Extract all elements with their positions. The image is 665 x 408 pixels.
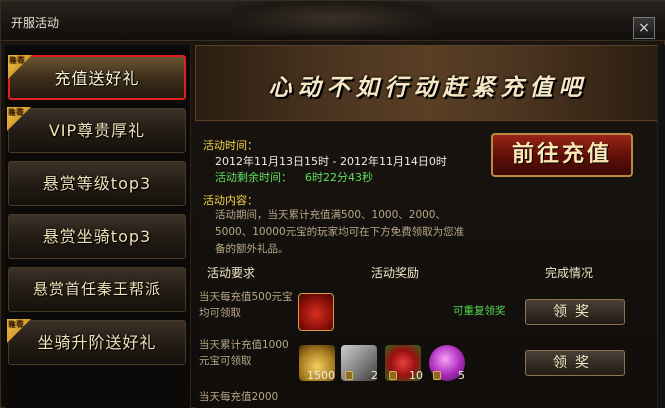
header-requirement: 活动要求 [207,266,256,280]
claim-button-2[interactable]: 领奖 [525,350,625,376]
activity-window: 开服活动 × 推荐 充值送好礼 推荐 VIP尊贵厚礼 悬赏等级top3 悬赏坐骑… [0,0,665,408]
header-reward: 活动奖励 [371,266,420,280]
sidebar-item-label: 充值送好礼 [54,69,140,88]
close-button[interactable]: × [633,17,655,39]
scrollbar[interactable] [657,45,665,408]
sidebar-item-vip-gift[interactable]: 推荐 VIP尊贵厚礼 [7,107,186,153]
sidebar: 推荐 充值送好礼 推荐 VIP尊贵厚礼 悬赏等级top3 悬赏坐骑top3 悬赏… [5,45,191,408]
recommend-badge: 推荐 [8,55,32,79]
lock-icon [433,371,441,380]
ingot-count: 1500 [307,369,335,382]
sidebar-item-label: 悬赏等级top3 [42,174,152,193]
recommend-badge: 推荐 [7,319,31,343]
sidebar-item-label: 悬赏坐骑top3 [42,227,152,246]
lock-icon [389,371,397,380]
gift-bag-icon[interactable] [298,293,334,331]
time-label: 活动时间： [203,139,258,152]
sidebar-item-recharge-gift[interactable]: 推荐 充值送好礼 [8,55,186,100]
content-label: 活动内容： [203,194,258,207]
recommend-badge: 推荐 [7,107,31,131]
requirement-row-1: 当天每充值500元宝均可领取 [199,291,293,319]
main-panel: 心动不如行动赶紧充值吧 活动时间： 2012年11月13日15时 - 2012年… [195,45,659,408]
sidebar-item-guild[interactable]: 悬赏首任秦王帮派 [8,267,186,312]
scroll-count: 2 [371,369,378,382]
goto-recharge-button[interactable]: 前往充值 [491,133,633,177]
window-title: 开服活动 [11,16,60,30]
sidebar-item-label: VIP尊贵厚礼 [48,121,146,140]
requirement-row-3: 当天每充值2000 [199,391,279,403]
title-bar: 开服活动 × [1,1,665,41]
remaining-label: 活动剩余时间： [215,171,292,184]
sidebar-item-mount-top3[interactable]: 悬赏坐骑top3 [8,214,186,259]
sidebar-item-label: 坐骑升阶送好礼 [37,333,157,352]
requirement-row-2: 当天累计充值1000元宝可领取 [199,339,289,367]
remaining-value: 6时22分43秒 [305,171,373,184]
time-range: 2012年11月13日15时 - 2012年11月14日0时 [215,155,447,168]
content-description: 活动期间，当天累计充值满500、1000、2000、5000、10000元宝的玩… [215,209,465,255]
header-status: 完成情况 [545,266,594,280]
banner-text: 心动不如行动赶紧充值吧 [268,74,588,101]
claim-button-1[interactable]: 领奖 [525,299,625,325]
orb-count: 5 [458,369,465,382]
rose-count: 10 [409,369,423,382]
sidebar-item-level-top3[interactable]: 悬赏等级top3 [8,161,186,206]
repeat-claim-note: 可重复领奖 [453,305,506,317]
sidebar-item-mount-upgrade[interactable]: 推荐 坐骑升阶送好礼 [7,319,186,365]
lock-icon [345,371,353,380]
sidebar-item-label: 悬赏首任秦王帮派 [32,280,161,298]
banner: 心动不如行动赶紧充值吧 [195,45,659,121]
title-ornament [233,1,433,35]
